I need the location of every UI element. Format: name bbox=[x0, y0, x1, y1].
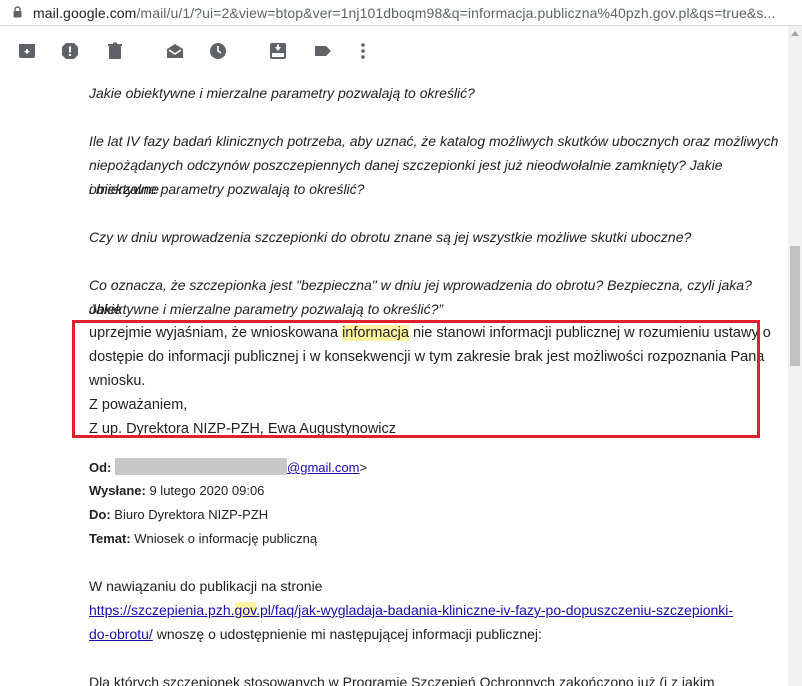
quoted-line: obiektywne i mierzalne parametry pozwala… bbox=[89, 301, 444, 317]
address-bar[interactable]: mail.google.com/mail/u/1/?ui=2&view=btop… bbox=[0, 0, 802, 26]
message-intro: W nawiązaniu do publikacji na stronie bbox=[89, 578, 323, 594]
url-path: /mail/u/1/?ui=2&view=btop&ver=1nj101dboq… bbox=[136, 5, 776, 21]
header-sent: Wysłane: 9 lutego 2020 09:06 bbox=[89, 483, 265, 498]
quoted-line: Czy w dniu wprowadzenia szczepionki do o… bbox=[89, 229, 692, 245]
label-icon[interactable] bbox=[313, 41, 333, 61]
url-text[interactable]: mail.google.com/mail/u/1/?ui=2&view=btop… bbox=[33, 5, 793, 21]
header-to: Do: Biuro Dyrektora NIZP-PZH bbox=[89, 507, 269, 522]
archive-icon[interactable] bbox=[17, 41, 37, 61]
faq-link[interactable]: https://szczepienia.pzh.gov.pl/faq/jak-w… bbox=[89, 602, 733, 618]
report-spam-icon[interactable] bbox=[60, 41, 80, 61]
header-subject: Temat: Wniosek o informację publiczną bbox=[89, 531, 318, 546]
url-host: mail.google.com bbox=[33, 5, 137, 21]
scrollbar-thumb[interactable] bbox=[790, 246, 800, 366]
highlight-annotation-box bbox=[72, 320, 760, 438]
message-line: Dla których szczepionek stosowanych w Pr… bbox=[89, 674, 715, 686]
scroll-up-arrow[interactable] bbox=[791, 31, 799, 36]
from-email-link[interactable]: @gmail.com bbox=[287, 460, 359, 475]
search-highlight: gov bbox=[234, 602, 257, 618]
mark-unread-icon[interactable] bbox=[165, 41, 185, 61]
quoted-line: i mierzalne parametry pozwalają to okreś… bbox=[89, 181, 365, 197]
redacted-email bbox=[115, 458, 288, 475]
header-from: Od: @gmail.com> bbox=[89, 458, 368, 475]
delete-icon[interactable] bbox=[105, 41, 125, 61]
lock-icon bbox=[13, 6, 22, 18]
quoted-line: Ile lat IV fazy badań klinicznych potrze… bbox=[89, 133, 779, 149]
message-body: Jakie obiektywne i mierzalne parametry p… bbox=[0, 76, 788, 686]
message-link-line: https://szczepienia.pzh.gov.pl/faq/jak-w… bbox=[89, 598, 779, 622]
move-to-icon[interactable] bbox=[268, 41, 288, 61]
more-icon[interactable] bbox=[353, 41, 373, 61]
quoted-line: Jakie obiektywne i mierzalne parametry p… bbox=[89, 85, 475, 101]
snooze-icon[interactable] bbox=[208, 41, 228, 61]
faq-link[interactable]: do-obrotu/ bbox=[89, 626, 153, 642]
message-link-line: do-obrotu/ wnoszę o udostępnienie mi nas… bbox=[89, 626, 542, 642]
message-toolbar bbox=[0, 26, 802, 76]
